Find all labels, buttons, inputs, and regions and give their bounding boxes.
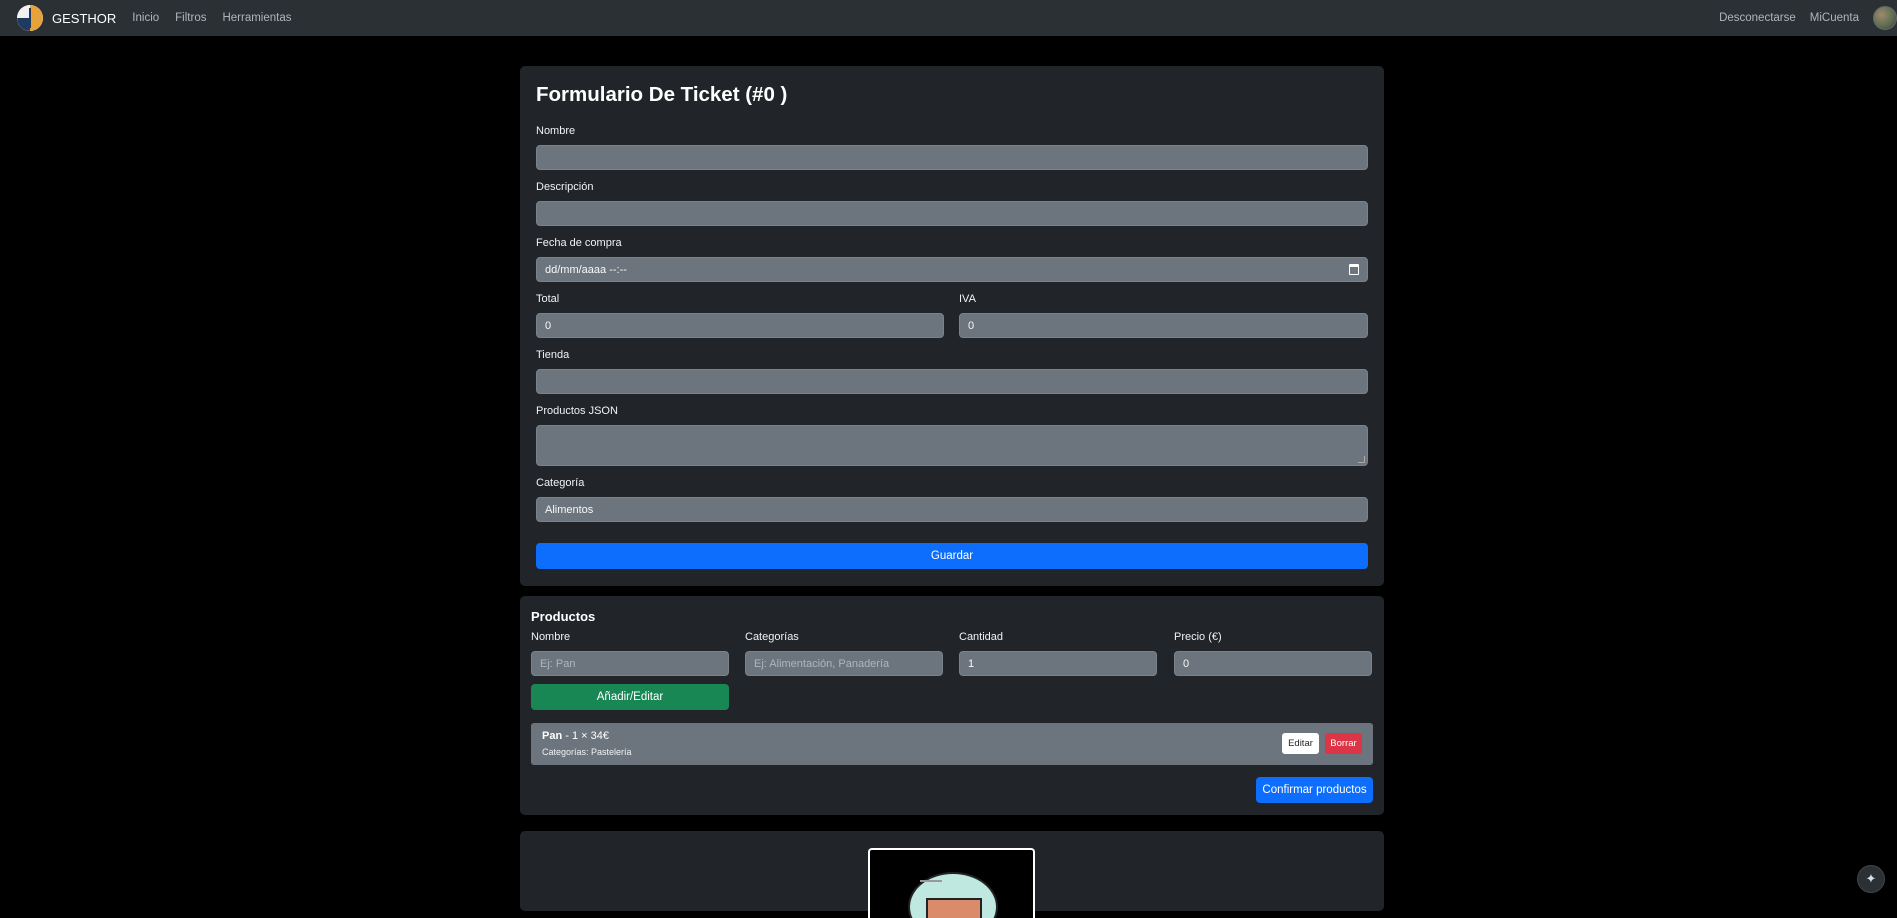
fecha-label: Fecha de compra xyxy=(536,237,622,249)
delete-button[interactable]: Borrar xyxy=(1325,733,1362,754)
nav-herramientas[interactable]: Herramientas xyxy=(222,12,291,24)
categoria-label: Categoría xyxy=(536,477,585,489)
producto-categorias-input[interactable]: Ej: Alimentación, Panadería xyxy=(745,651,943,676)
producto-cantidad-input[interactable]: 1 xyxy=(959,651,1157,676)
producto-nombre-label: Nombre xyxy=(531,631,571,643)
illustration-cloud-box xyxy=(868,848,1035,918)
iva-label: IVA xyxy=(959,293,976,305)
brand[interactable]: GESTHOR xyxy=(17,5,116,31)
save-button[interactable]: Guardar xyxy=(536,543,1368,569)
motion-lines xyxy=(920,880,942,882)
nombre-input[interactable] xyxy=(536,145,1368,170)
productos-title: Productos xyxy=(531,609,596,624)
edit-button[interactable]: Editar xyxy=(1282,733,1319,754)
top-navbar: GESTHOR Inicio Filtros Herramientas Desc… xyxy=(0,0,1897,36)
categoria-select[interactable]: Alimentos xyxy=(536,497,1368,522)
total-label: Total xyxy=(536,293,560,305)
total-input[interactable]: 0 xyxy=(536,313,944,338)
form-title: Formulario De Ticket (#0 ) xyxy=(536,83,788,106)
nav-desconectarse[interactable]: Desconectarse xyxy=(1719,12,1796,24)
image-card xyxy=(520,831,1384,918)
brand-name: GESTHOR xyxy=(52,10,117,26)
descripcion-input[interactable] xyxy=(536,201,1368,226)
producto-precio-label: Precio (€) xyxy=(1174,631,1222,643)
fecha-placeholder: dd/mm/aaaa --:-- xyxy=(545,263,627,276)
producto-categorias-label: Categorías xyxy=(745,631,799,643)
sparkle-icon[interactable]: ✦ xyxy=(1857,865,1885,893)
productos-json-label: Productos JSON xyxy=(536,405,618,417)
logo-icon xyxy=(17,5,43,31)
nav-inicio[interactable]: Inicio xyxy=(132,12,159,24)
producto-cantidad-label: Cantidad xyxy=(959,631,1004,643)
productos-card: Productos Nombre Ej: Pan Categorías Ej: … xyxy=(520,596,1384,815)
nav-right: Desconectarse MiCuenta xyxy=(1719,0,1897,36)
confirm-products-button[interactable]: Confirmar productos xyxy=(1256,777,1373,803)
tienda-input[interactable] xyxy=(536,369,1368,394)
box-shape xyxy=(926,898,982,918)
list-item: Pan - 1 × 34€ Categorías: Pastelería Edi… xyxy=(531,723,1373,765)
producto-nombre-input[interactable]: Ej: Pan xyxy=(531,651,729,676)
avatar[interactable] xyxy=(1873,6,1897,30)
resize-grip-icon[interactable] xyxy=(1358,456,1365,463)
product-summary: Pan - 1 × 34€ xyxy=(542,730,609,742)
descripcion-label: Descripción xyxy=(536,181,594,193)
nombre-label: Nombre xyxy=(536,125,576,137)
product-name: Pan xyxy=(542,730,563,742)
productos-json-textarea[interactable] xyxy=(536,425,1368,466)
add-edit-button[interactable]: Añadir/Editar xyxy=(531,684,729,710)
calendar-icon[interactable] xyxy=(1349,264,1359,275)
product-categories: Categorías: Pastelería xyxy=(542,747,632,757)
fecha-input[interactable]: dd/mm/aaaa --:-- xyxy=(536,257,1368,282)
iva-input[interactable]: 0 xyxy=(959,313,1368,338)
tienda-label: Tienda xyxy=(536,349,570,361)
nav-micuenta[interactable]: MiCuenta xyxy=(1810,12,1859,24)
producto-precio-input[interactable]: 0 xyxy=(1174,651,1372,676)
nav-filtros[interactable]: Filtros xyxy=(175,12,206,24)
product-detail: - 1 × 34€ xyxy=(562,730,609,742)
ticket-form-card: Formulario De Ticket (#0 ) Nombre Descri… xyxy=(520,66,1384,586)
